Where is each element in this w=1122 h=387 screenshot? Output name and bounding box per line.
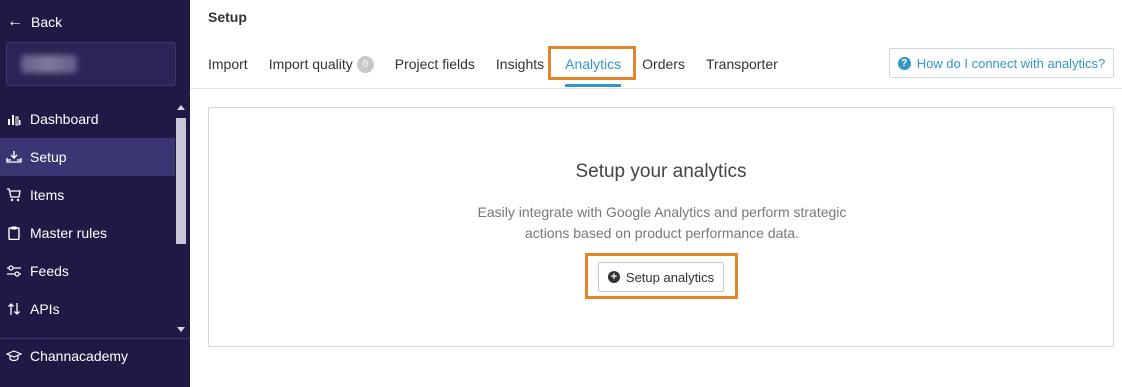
sidebar-item-dashboard[interactable]: Dashboard xyxy=(0,100,175,138)
sidebar-item-label: APIs xyxy=(30,301,60,317)
sidebar-item-label: Channacademy xyxy=(30,348,129,364)
swap-vertical-icon xyxy=(6,301,22,317)
sliders-icon xyxy=(6,263,22,279)
tab-import-quality[interactable]: Import quality 0 xyxy=(269,44,374,84)
sidebar-item-items[interactable]: Items xyxy=(0,176,175,214)
main-content: Setup Import Import quality 0 Project fi… xyxy=(190,0,1122,387)
arrow-left-icon: ← xyxy=(7,13,23,30)
tab-insights[interactable]: Insights xyxy=(496,44,544,84)
tab-orders[interactable]: Orders xyxy=(642,44,685,84)
scroll-up-arrow-icon[interactable] xyxy=(177,105,185,110)
tab-label: Transporter xyxy=(705,56,778,72)
download-tray-icon xyxy=(6,149,22,165)
sidebar-item-label: Feeds xyxy=(30,263,69,279)
sidebar-item-label: Setup xyxy=(30,149,67,165)
card-description-line: actions based on product performance dat… xyxy=(525,225,799,241)
scrollbar-thumb[interactable] xyxy=(176,118,186,244)
clipboard-icon xyxy=(6,225,22,241)
sidebar-item-label: Items xyxy=(30,187,65,203)
setup-analytics-button[interactable]: + Setup analytics xyxy=(598,262,724,292)
setup-button-label: Setup analytics xyxy=(625,269,715,285)
back-button[interactable]: ← Back xyxy=(7,13,63,31)
tab-label: Import quality xyxy=(268,56,353,72)
scroll-down-arrow-icon[interactable] xyxy=(177,327,185,332)
sidebar: ← Back Dashboard Setup Items Master rule… xyxy=(0,0,190,387)
plus-circle-icon: + xyxy=(607,271,620,283)
project-name-redacted xyxy=(21,55,77,73)
sidebar-item-label: Master rules xyxy=(30,225,108,241)
question-circle-icon: ? xyxy=(897,56,911,70)
sidebar-nav: Dashboard Setup Items Master rules Feeds xyxy=(0,100,175,328)
sidebar-item-channacademy[interactable]: Channacademy xyxy=(6,348,128,364)
card-description-line: Easily integrate with Google Analytics a… xyxy=(477,204,847,220)
tab-label: Analytics xyxy=(565,56,622,72)
tabs-divider xyxy=(190,88,1122,89)
page-title: Setup xyxy=(208,9,247,25)
tab-import[interactable]: Import xyxy=(208,44,248,84)
sidebar-item-label: Dashboard xyxy=(30,111,99,127)
back-label: Back xyxy=(31,14,63,30)
tab-project-fields[interactable]: Project fields xyxy=(395,44,475,84)
card-description: Easily integrate with Google Analytics a… xyxy=(462,202,862,244)
sidebar-item-master-rules[interactable]: Master rules xyxy=(0,214,175,252)
sidebar-divider xyxy=(0,338,190,339)
help-connect-analytics-button[interactable]: ? How do I connect with analytics? xyxy=(889,48,1114,78)
project-selector[interactable] xyxy=(6,42,176,86)
tab-label: Orders xyxy=(642,56,685,72)
setup-tabs: Import Import quality 0 Project fields I… xyxy=(208,44,799,88)
tab-label: Import xyxy=(208,56,248,72)
help-button-label: How do I connect with analytics? xyxy=(916,55,1106,71)
sidebar-scrollbar[interactable] xyxy=(176,100,186,336)
card-title: Setup your analytics xyxy=(575,161,747,182)
tab-analytics[interactable]: Analytics xyxy=(565,44,622,87)
graduation-cap-icon xyxy=(6,348,22,364)
tab-label: Project fields xyxy=(394,56,475,72)
sidebar-item-setup[interactable]: Setup xyxy=(0,138,175,176)
sidebar-item-apis[interactable]: APIs xyxy=(0,290,175,328)
cart-icon xyxy=(6,187,22,203)
count-badge: 0 xyxy=(356,55,374,73)
tab-label: Insights xyxy=(495,56,545,72)
tab-transporter[interactable]: Transporter xyxy=(706,44,778,84)
analytics-setup-card: Setup your analytics Easily integrate wi… xyxy=(208,107,1114,347)
bar-chart-icon xyxy=(6,111,22,127)
sidebar-item-feeds[interactable]: Feeds xyxy=(0,252,175,290)
